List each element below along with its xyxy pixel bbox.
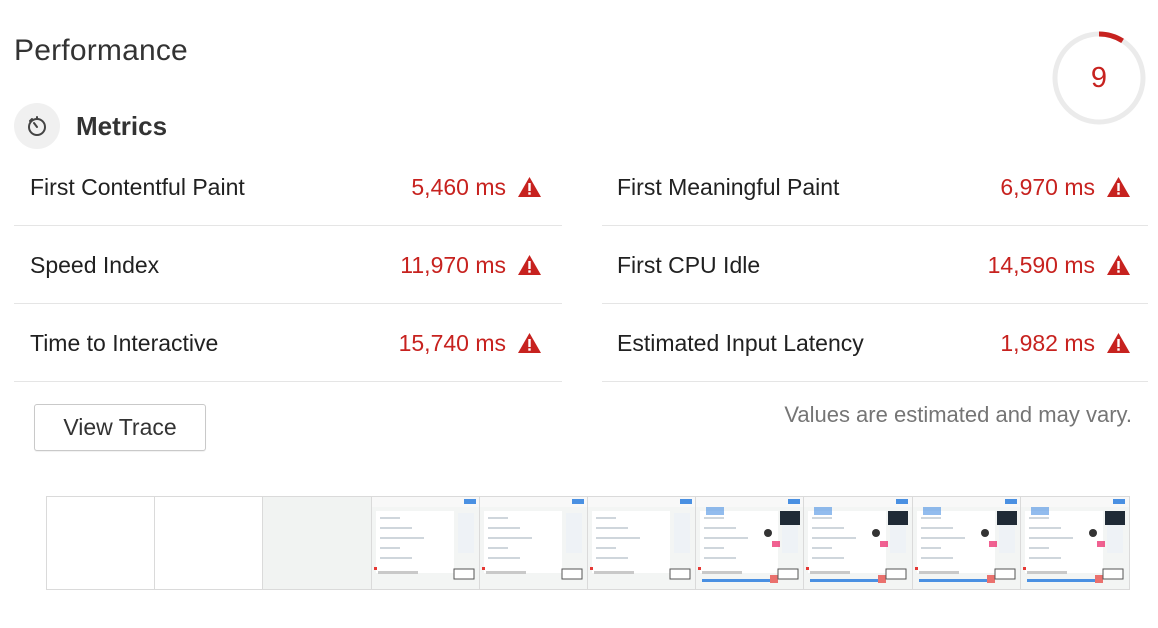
- metric-first-contentful-paint: First Contentful Paint 5,460 ms: [14, 149, 562, 226]
- metric-estimated-input-latency: Estimated Input Latency 1,982 ms: [602, 305, 1148, 382]
- metric-value: 1,982 ms: [1000, 329, 1095, 356]
- metric-value: 5,460 ms: [411, 173, 506, 200]
- metric-label: First Contentful Paint: [30, 173, 245, 200]
- filmstrip-frame: [155, 497, 264, 589]
- filmstrip-frame: [804, 497, 913, 589]
- score-gauge: 9: [1052, 31, 1146, 125]
- metric-speed-index: Speed Index 11,970 ms: [14, 227, 562, 304]
- filmstrip-frame: [1020, 497, 1129, 589]
- warning-triangle-icon: [518, 177, 541, 197]
- warning-triangle-icon: [518, 255, 541, 275]
- metric-value: 15,740 ms: [398, 329, 506, 356]
- warning-triangle-icon: [518, 333, 541, 353]
- filmstrip-frame: [479, 497, 588, 589]
- filmstrip-frame: [696, 497, 805, 589]
- warning-triangle-icon: [1107, 333, 1130, 353]
- metric-label: First CPU Idle: [617, 251, 761, 278]
- category-title: Performance: [14, 34, 188, 67]
- metric-label: Speed Index: [30, 251, 160, 278]
- metric-first-cpu-idle: First CPU Idle 14,590 ms: [602, 227, 1148, 304]
- warning-triangle-icon: [1107, 177, 1130, 197]
- filmstrip: [46, 496, 1130, 590]
- metric-value: 14,590 ms: [987, 251, 1095, 278]
- metric-value: 11,970 ms: [400, 251, 506, 278]
- score-value: 9: [1090, 62, 1108, 94]
- metric-label: First Meaningful Paint: [617, 173, 840, 200]
- view-trace-button[interactable]: View Trace: [34, 404, 206, 451]
- filmstrip-frame: [47, 497, 156, 589]
- metric-time-to-interactive: Time to Interactive 15,740 ms: [14, 305, 562, 382]
- metric-label: Time to Interactive: [30, 329, 219, 356]
- metric-first-meaningful-paint: First Meaningful Paint 6,970 ms: [602, 149, 1148, 226]
- filmstrip-frame: [588, 497, 697, 589]
- metrics-heading: Metrics: [76, 110, 168, 141]
- metric-label: Estimated Input Latency: [617, 329, 864, 356]
- metric-value: 6,970 ms: [1000, 173, 1095, 200]
- filmstrip-frame: [263, 497, 372, 589]
- filmstrip-frame: [371, 497, 480, 589]
- metrics-header: Metrics: [14, 103, 167, 149]
- stopwatch-icon: [14, 103, 60, 149]
- filmstrip-frame: [912, 497, 1021, 589]
- disclaimer-text: Values are estimated and may vary.: [784, 402, 1132, 427]
- warning-triangle-icon: [1107, 255, 1130, 275]
